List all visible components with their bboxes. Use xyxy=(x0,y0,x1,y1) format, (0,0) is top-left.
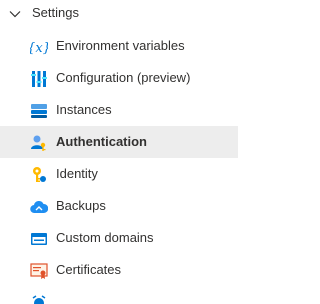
menu-item-environment-variables[interactable]: {x} Environment variables xyxy=(0,30,238,62)
menu-item-custom-domains[interactable]: Custom domains xyxy=(0,222,238,254)
menu-item-configuration[interactable]: Configuration (preview) xyxy=(0,62,238,94)
svg-text:{x}: {x} xyxy=(30,41,48,56)
menu-item-instances[interactable]: Instances xyxy=(0,94,238,126)
menu-item-label: Instances xyxy=(56,102,112,117)
menu-item-label: Environment variables xyxy=(56,38,185,53)
custom-domains-icon xyxy=(31,233,47,245)
menu-item-authentication[interactable]: Authentication xyxy=(0,126,238,158)
menu-item-label: Identity xyxy=(56,166,98,181)
authentication-icon xyxy=(31,135,46,151)
menu-item-label: Authentication xyxy=(56,134,147,149)
settings-menu: Settings {x} Environment variables Confi… xyxy=(0,0,254,304)
menu-item-partial[interactable] xyxy=(0,292,238,304)
certificates-icon xyxy=(30,263,48,279)
settings-group-header[interactable]: Settings xyxy=(0,0,254,28)
menu-item-label: Backups xyxy=(56,198,106,213)
variables-icon: {x} xyxy=(30,41,48,56)
settings-group-label: Settings xyxy=(32,5,79,20)
menu-item-label: Configuration (preview) xyxy=(56,70,191,85)
backups-icon xyxy=(30,200,48,214)
menu-item-label: Custom domains xyxy=(56,230,154,245)
menu-item-identity[interactable]: Identity xyxy=(0,158,238,190)
chevron-down-icon xyxy=(9,11,21,18)
menu-item-certificates[interactable]: Certificates xyxy=(0,254,238,286)
configuration-icon xyxy=(31,71,47,87)
identity-icon xyxy=(33,167,46,182)
menu-item-backups[interactable]: Backups xyxy=(0,190,238,222)
menu-item-label: Certificates xyxy=(56,262,122,277)
partial-item-icon xyxy=(32,295,46,304)
instances-icon xyxy=(31,104,47,118)
